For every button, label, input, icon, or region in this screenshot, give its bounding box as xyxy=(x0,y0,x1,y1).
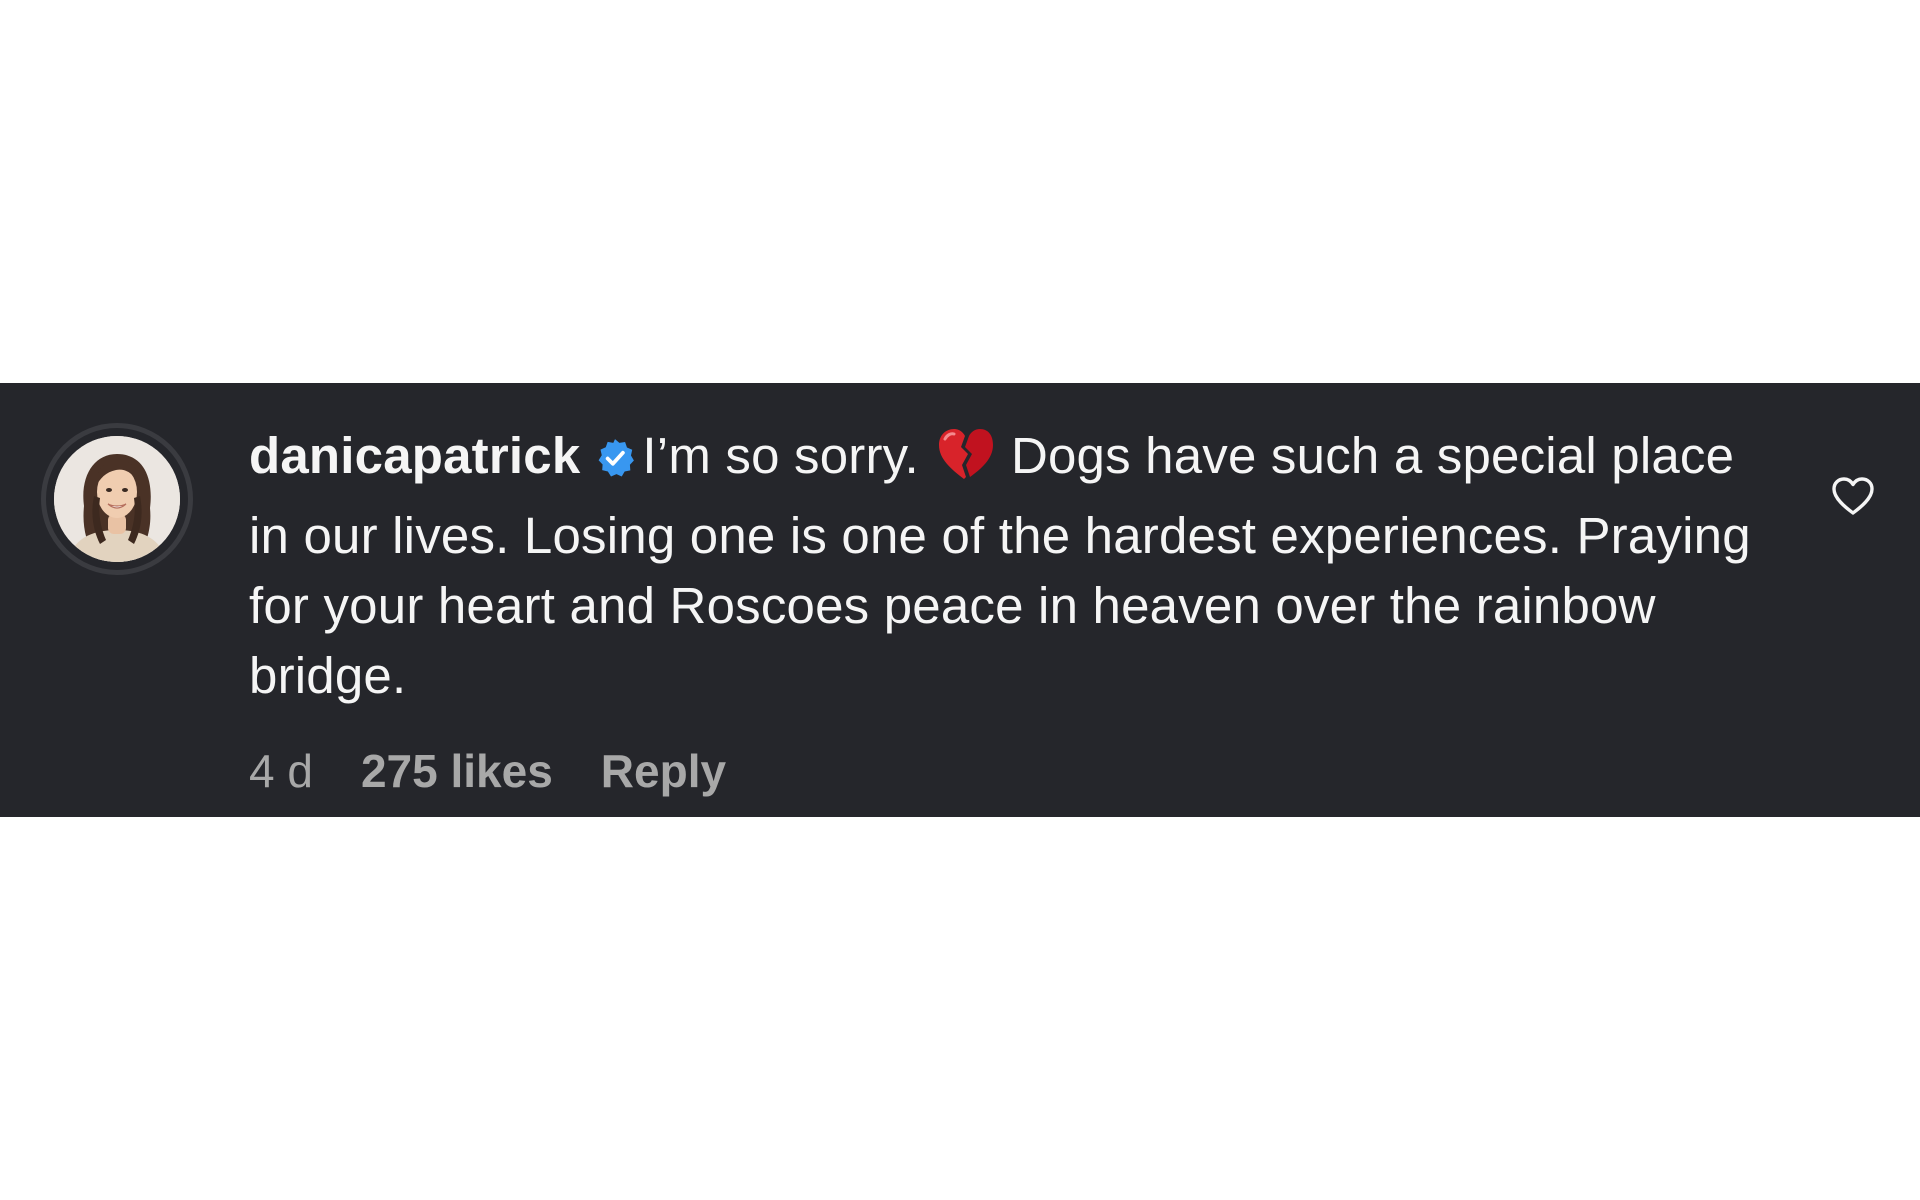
comment-username[interactable]: danicapatrick xyxy=(249,427,580,484)
like-button[interactable] xyxy=(1828,471,1878,521)
comment-text-block: danicapatrick I’m so sorry. Dogs have su… xyxy=(249,421,1759,711)
broken-heart-icon xyxy=(935,425,997,501)
comment-meta-row: 4 d 275 likes Reply xyxy=(249,745,726,797)
reply-button[interactable]: Reply xyxy=(601,745,726,797)
heart-outline-icon xyxy=(1832,477,1874,515)
comment-like-count[interactable]: 275 likes xyxy=(361,745,553,797)
comment-timestamp[interactable]: 4 d xyxy=(249,745,313,797)
comment-row: danicapatrick I’m so sorry. Dogs have su… xyxy=(0,383,1920,817)
avatar-story-ring[interactable] xyxy=(41,423,193,575)
comment-text-start: I’m so sorry. xyxy=(642,427,919,484)
page: danicapatrick I’m so sorry. Dogs have su… xyxy=(0,0,1920,1200)
avatar-photo xyxy=(54,436,180,562)
verified-badge-icon xyxy=(594,427,636,497)
avatar[interactable] xyxy=(54,436,180,562)
